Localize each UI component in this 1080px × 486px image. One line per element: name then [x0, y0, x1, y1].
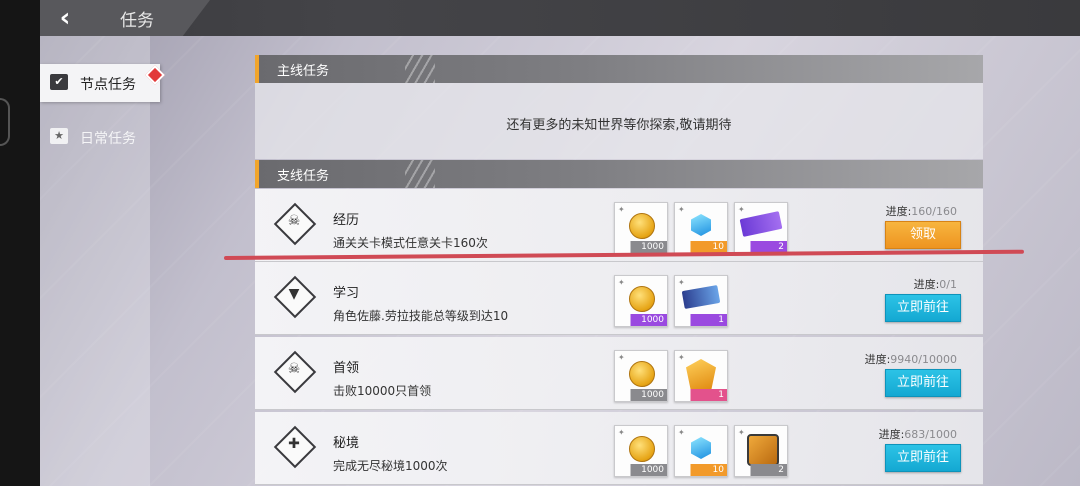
- quest-name: 首领: [333, 361, 360, 376]
- quest-description: 角色佐藤.劳拉技能总等级到达10: [333, 309, 509, 323]
- checkbox-icon: ✔: [50, 74, 68, 90]
- reward-gem[interactable]: ✦ 10: [674, 202, 728, 254]
- progress-text: 进度:0/1: [913, 278, 957, 291]
- claim-button[interactable]: 领取: [885, 221, 961, 249]
- section-header-side: 支线任务: [255, 160, 983, 188]
- chip-icon: [681, 285, 721, 309]
- reward-quantity: 1000: [641, 465, 664, 475]
- crate-icon: [747, 434, 779, 466]
- reward-ticket[interactable]: ✦ 2: [734, 202, 788, 254]
- sidebar-item-daily-tasks[interactable]: ★ 日常任务: [40, 118, 160, 156]
- reward-coin[interactable]: ✦ 1000: [614, 202, 668, 254]
- page-title: 任务: [120, 11, 154, 31]
- sidebar-item-node-tasks[interactable]: ✔ 节点任务: [40, 64, 160, 102]
- main-quest-message: 还有更多的未知世界等你探索,敬请期待: [506, 118, 732, 133]
- ticket-icon: [739, 211, 783, 237]
- skull-icon: ☠: [273, 202, 317, 246]
- go-now-button[interactable]: 立即前往: [885, 369, 961, 397]
- reward-quantity: 10: [712, 465, 724, 475]
- sidebar-item-label: 节点任务: [80, 77, 136, 93]
- star-icon: ★: [50, 128, 68, 144]
- section-decoration: [405, 160, 435, 188]
- quest-name: 经历: [333, 213, 360, 228]
- progress-text: 进度:9940/10000: [864, 353, 957, 366]
- coin-icon: [629, 286, 655, 312]
- section-decoration: [405, 55, 435, 83]
- progress-text: 进度:160/160: [885, 205, 957, 218]
- top-bar: ‹ 任务: [40, 0, 1080, 36]
- gem-icon: [691, 437, 711, 459]
- badge-icon: [686, 359, 716, 389]
- progress-text: 进度:683/1000: [878, 428, 957, 441]
- reward-chip[interactable]: ✦ 1: [674, 275, 728, 327]
- section-title: 主线任务: [277, 64, 330, 79]
- quest-description: 通关关卡模式任意关卡160次: [333, 236, 488, 250]
- quest-row: ☠ 首领 击败10000只首领 ✦ 1000 ✦ 1 进度:9940/10000…: [255, 337, 983, 410]
- sidebar-item-label: 日常任务: [80, 131, 136, 147]
- quest-name: 学习: [333, 286, 360, 301]
- reward-coin[interactable]: ✦ 1000: [614, 275, 668, 327]
- go-now-button[interactable]: 立即前往: [885, 444, 961, 472]
- quest-description: 击败10000只首领: [333, 384, 432, 398]
- coin-icon: [629, 436, 655, 462]
- app-screen: ‹ 任务 ✔ 节点任务 ★ 日常任务 主线任务 还有更多的未知世界等你探索,敬请…: [40, 0, 1080, 486]
- reward-quantity: 2: [778, 465, 784, 475]
- main-quest-panel: 还有更多的未知世界等你探索,敬请期待: [255, 83, 983, 159]
- section-title: 支线任务: [277, 169, 330, 184]
- section-header-main: 主线任务: [255, 55, 983, 83]
- reward-quantity: 1000: [641, 242, 664, 252]
- section-accent: [255, 160, 259, 188]
- coin-icon: [629, 213, 655, 239]
- reward-quantity: 1: [718, 390, 724, 400]
- gem-icon: [691, 214, 711, 236]
- device-bezel: [0, 0, 40, 486]
- quest-row: ▼ 学习 角色佐藤.劳拉技能总等级到达10 ✦ 1000 ✦ 1 进度:0/1 …: [255, 262, 983, 335]
- reward-crate[interactable]: ✦ 2: [734, 425, 788, 477]
- section-accent: [255, 55, 259, 83]
- go-now-button[interactable]: 立即前往: [885, 294, 961, 322]
- quest-description: 完成无尽秘境1000次: [333, 459, 448, 473]
- reward-quantity: 1000: [641, 390, 664, 400]
- device-button: [0, 98, 10, 146]
- back-icon[interactable]: ‹: [50, 4, 80, 32]
- coin-icon: [629, 361, 655, 387]
- reward-quantity: 1000: [641, 315, 664, 325]
- reward-quantity: 1: [718, 315, 724, 325]
- skull-icon: ☠: [273, 350, 317, 394]
- quest-name: 秘境: [333, 436, 360, 451]
- reward-gem[interactable]: ✦ 10: [674, 425, 728, 477]
- reward-coin[interactable]: ✦ 1000: [614, 425, 668, 477]
- reward-coin[interactable]: ✦ 1000: [614, 350, 668, 402]
- sidebar: ✔ 节点任务 ★ 日常任务: [40, 36, 165, 486]
- quest-row: ✚ 秘境 完成无尽秘境1000次 ✦ 1000 ✦ 10 ✦ 2 进度:683/…: [255, 412, 983, 485]
- gamepad-icon: ✚: [273, 425, 317, 469]
- chevron-icon: ▼: [273, 275, 317, 319]
- reward-badge[interactable]: ✦ 1: [674, 350, 728, 402]
